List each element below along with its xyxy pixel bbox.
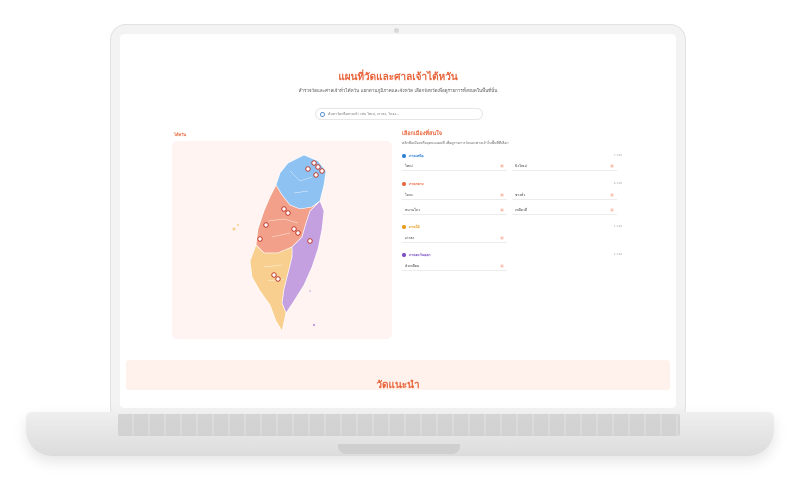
province-count-badge: 1 [500,236,504,240]
province-count-badge: 1 [610,193,614,197]
region-dot [402,224,406,229]
province-name: เหมียวลี่ [515,208,527,212]
province-item-new-taipei[interactable]: นิวไทเป 2 [512,162,617,171]
keyboard [118,414,680,436]
region-name: ภาคตะวันออก [409,252,431,257]
province-name: ฮัวเหลียน [405,264,420,268]
region-header-central: ภาคกลาง 6 แห่ง [402,180,622,187]
map-card [172,141,392,339]
map-label: ไต้หวัน [174,132,187,137]
region-header-east: ภาคตะวันออก 1 แห่ง [402,251,622,258]
province-count-badge: 2 [500,193,504,197]
region-count: 7 แห่ง [613,153,622,157]
province-item-kaohsiung[interactable]: เกาสง 1 [402,234,507,243]
region-name: ภาคใต้ [409,224,420,229]
province-name: เกาสง [405,236,415,240]
search-box[interactable] [315,108,483,120]
search-input[interactable] [328,112,478,116]
province-count-badge: 1 [500,264,504,268]
province-name: นิวไทเป [515,164,527,168]
province-item-miaoli[interactable]: เหมียวลี่ 1 [512,206,617,215]
province-count-badge: 1 [610,208,614,212]
page-subtitle: สำรวจวัดและศาลเจ้าทั่วไต้หวัน แยกตามภูมิ… [298,89,498,94]
featured-section-title: วัดแนะนำ [376,380,420,391]
province-count-badge: 5 [500,164,504,168]
province-name: ไถจง [405,193,413,197]
province-name: ชางฮั่ว [515,193,526,197]
page-title: แผนที่วัดและศาลเจ้าไต้หวัน [338,72,458,83]
laptop-notch [338,444,460,454]
temple-marker-east[interactable] [307,238,313,244]
province-count-badge: 2 [610,164,614,168]
region-count: 1 แห่ง [613,252,622,256]
province-name: หนานโถว [405,208,421,212]
region-count: 1 แห่ง [613,224,622,228]
search-icon [320,111,325,117]
region-header-south: ภาคใต้ 1 แห่ง [402,223,622,230]
region-header-north: ภาคเหนือ 7 แห่ง [402,152,622,159]
province-item-taichung[interactable]: ไถจง 2 [402,191,507,200]
province-count-badge: 2 [500,208,504,212]
region-dot [402,181,406,186]
province-item-changhua[interactable]: ชางฮั่ว 1 [512,191,617,200]
region-count: 6 แห่ง [613,181,622,185]
province-item-nantou[interactable]: หนานโถว 2 [402,206,507,215]
province-item-hualien[interactable]: ฮัวเหลียน 1 [402,262,507,271]
province-list-title: เลือกเมืองที่สนใจ [402,131,443,137]
screen: แผนที่วัดและศาลเจ้าไต้หวัน สำรวจวัดและศา… [120,34,676,408]
taiwan-map [232,154,327,332]
camera-icon [394,28,399,33]
province-item-taipei[interactable]: ไทเป 5 [402,162,507,171]
region-name: ภาคเหนือ [409,153,424,158]
province-list-description: คลิกชื่อเมืองหรือจุดบนแผนที่ เพื่อดูรายก… [402,141,509,145]
province-name: ไทเป [405,164,413,168]
region-dot [402,153,406,158]
region-dot [402,252,406,257]
region-name: ภาคกลาง [409,181,424,186]
